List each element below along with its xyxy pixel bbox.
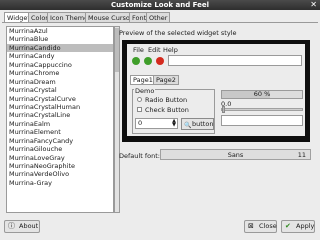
tab-mouse-cursor[interactable]: Mouse Cursor — [85, 12, 136, 22]
demo-button-label: button — [192, 120, 214, 128]
list-item[interactable]: MurrinaCrystal — [7, 86, 113, 94]
list-item[interactable]: MurrinaBlue — [7, 35, 113, 43]
list-item[interactable]: MurrinaLoveGray — [7, 154, 113, 162]
list-item[interactable]: MurrinaCrystalCurve — [7, 95, 113, 103]
list-item[interactable]: MurrinaGilouche — [7, 145, 113, 153]
radio-button-label: Radio Button — [145, 96, 188, 104]
list-item[interactable]: MurrinaCrystalLine — [7, 111, 113, 119]
list-item[interactable]: MurrinaVerdeOlivo — [7, 170, 113, 178]
title-bar: Customize Look and Feel ✕ — [0, 0, 320, 10]
list-item[interactable]: MurrinaDream — [7, 78, 113, 86]
preview-tab-page2[interactable]: Page2 — [153, 75, 179, 85]
tab-other[interactable]: Other — [146, 12, 171, 22]
theme-list-scrollbar[interactable] — [114, 26, 120, 213]
info-icon: ⓘ — [8, 222, 15, 230]
list-item[interactable]: MurrinaCappuccino — [7, 61, 113, 69]
close-icon: ⊠ — [248, 222, 254, 230]
list-item[interactable]: MurrinaCandy — [7, 52, 113, 60]
checkmark-icon: ✔ — [285, 222, 291, 230]
menu-help[interactable]: Help — [163, 46, 178, 54]
close-window-icon[interactable]: ✕ — [310, 0, 317, 9]
window-title: Customize Look and Feel — [110, 1, 210, 9]
close-button[interactable]: ⊠ Close — [244, 220, 277, 233]
demo-button[interactable]: 🔍 button — [181, 118, 214, 130]
back-icon[interactable] — [144, 57, 152, 65]
list-item[interactable]: MurrinaNeoGraphite — [7, 162, 113, 170]
theme-list[interactable]: MurrinaAzul MurrinaBlue MurrinaCandido Murr… — [6, 26, 114, 213]
preview-tab-page1[interactable]: Page1 — [130, 75, 156, 85]
menu-file[interactable]: File — [133, 46, 144, 54]
preview-entry[interactable] — [221, 115, 303, 126]
list-item[interactable]: MurrinaFancyCandy — [7, 137, 113, 145]
apply-button[interactable]: ✔ Apply — [281, 220, 315, 233]
preview-label: Preview of the selected widget style — [119, 29, 237, 37]
menu-edit[interactable]: Edit — [148, 46, 161, 54]
forward-icon[interactable] — [132, 57, 140, 65]
check-button[interactable] — [137, 107, 142, 112]
preview-frame: File Edit Help Page1 Page2 Demo Radio Bu… — [122, 40, 310, 142]
tab-divider — [2, 22, 318, 23]
default-font-label: Default font: — [119, 152, 160, 160]
demo-group-title: Demo — [134, 87, 156, 95]
check-button-label: Check Button — [145, 106, 189, 114]
list-item[interactable]: Murrina-Gray — [7, 179, 113, 187]
list-item[interactable]: MurrinaAzul — [7, 27, 113, 35]
about-button[interactable]: ⓘ About — [4, 220, 40, 233]
radio-button[interactable] — [137, 97, 142, 102]
font-name: Sans — [227, 151, 244, 159]
toolbar-entry[interactable] — [168, 55, 302, 66]
list-item[interactable]: MurrinaCandido — [7, 43, 113, 53]
spin-arrows-icon[interactable]: ▲ ▼ — [172, 119, 176, 128]
spin-value: 0 — [138, 119, 143, 127]
progress-bar: 60 % — [221, 90, 303, 99]
list-item[interactable]: MurrinaChrome — [7, 69, 113, 77]
list-item[interactable]: MurrinaCrystalHuman — [7, 103, 113, 111]
search-icon: 🔍 — [184, 122, 192, 129]
list-item[interactable]: MurrinaElement — [7, 128, 113, 136]
list-item[interactable]: MurrinaEalm — [7, 120, 113, 128]
slider-knob[interactable] — [222, 106, 225, 113]
preview-window: File Edit Help Page1 Page2 Demo Radio Bu… — [127, 44, 305, 136]
font-size: 11 — [297, 151, 306, 159]
spin-button[interactable]: 0 ▲ ▼ — [135, 118, 178, 129]
scale-slider[interactable] — [221, 106, 303, 113]
font-button[interactable]: Sans 11 — [160, 149, 311, 160]
stop-icon[interactable] — [156, 57, 164, 65]
progress-text: 60 % — [253, 90, 271, 98]
